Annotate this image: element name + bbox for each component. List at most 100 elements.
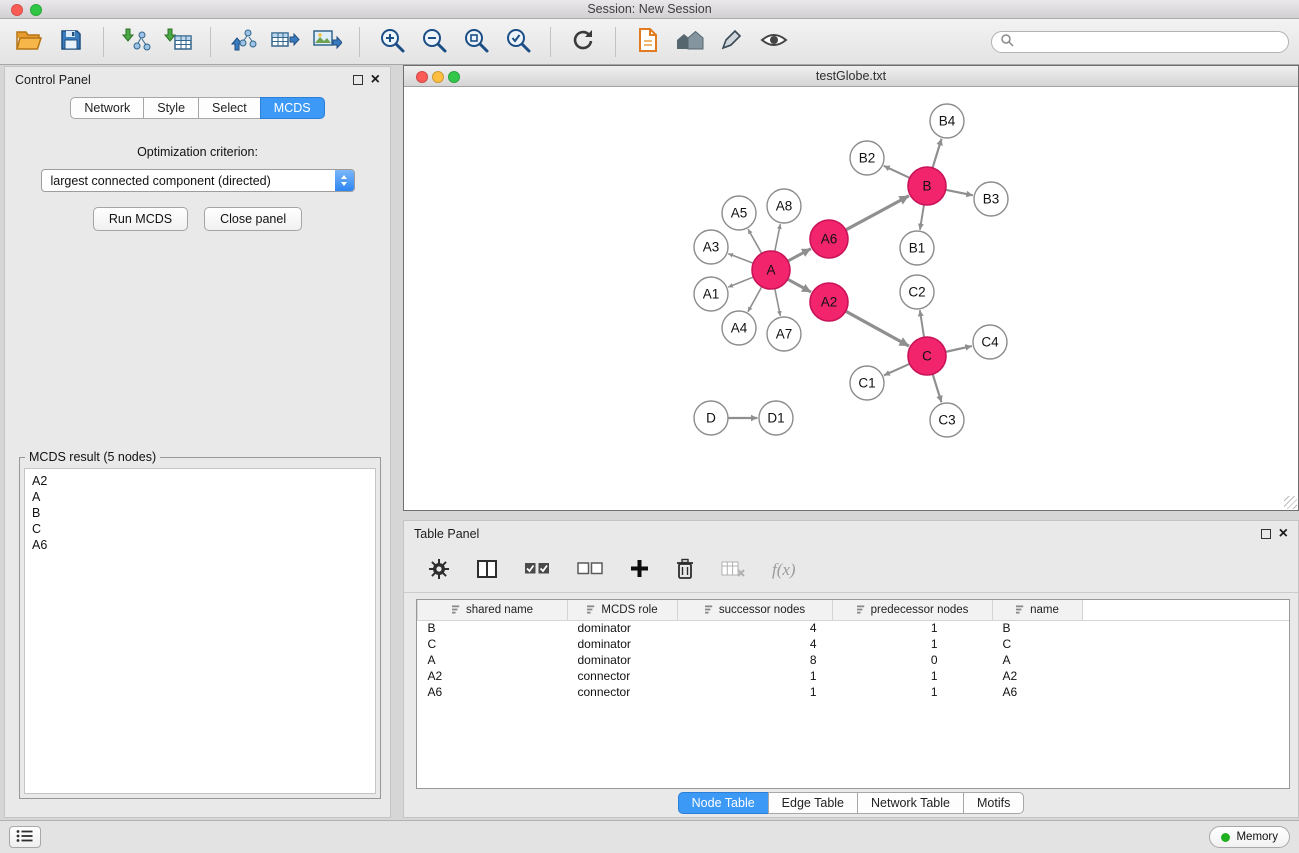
graph-edge-A-A7[interactable] — [775, 289, 781, 316]
zoom-in-button[interactable] — [373, 23, 411, 61]
graph-edge-C-C4[interactable] — [946, 346, 972, 352]
network-window-titlebar[interactable]: testGlobe.txt — [404, 66, 1298, 87]
graph-edge-A-A1[interactable] — [728, 277, 753, 287]
graph-node-A8[interactable]: A8 — [767, 189, 801, 223]
export-image-button[interactable] — [308, 23, 346, 61]
column-header-MCDS-role[interactable]: MCDS role — [568, 600, 678, 620]
tab-edge-table[interactable]: Edge Table — [768, 792, 858, 814]
add-column-icon[interactable] — [630, 559, 649, 581]
show-hide-button[interactable] — [755, 23, 793, 61]
column-header-name[interactable]: name — [993, 600, 1083, 620]
graph-edge-A2-C[interactable] — [846, 311, 909, 346]
open-document-button[interactable] — [629, 23, 667, 61]
graph-node-A1[interactable]: A1 — [694, 277, 728, 311]
table-row[interactable]: Bdominator41B — [418, 620, 1290, 636]
graph-node-D1[interactable]: D1 — [759, 401, 793, 435]
table-cell[interactable]: A2 — [993, 668, 1083, 684]
table-cell[interactable]: C — [993, 636, 1083, 652]
graph-node-C4[interactable]: C4 — [973, 325, 1007, 359]
table-cell[interactable]: B — [993, 620, 1083, 636]
table-cell[interactable]: 1 — [833, 636, 993, 652]
graph-node-A6[interactable]: A6 — [810, 220, 848, 258]
table-cell[interactable]: B — [418, 620, 568, 636]
network-close-icon[interactable] — [416, 71, 428, 83]
close-window-icon[interactable] — [11, 4, 23, 16]
delete-table-icon[interactable] — [721, 560, 746, 581]
graph-node-B2[interactable]: B2 — [850, 141, 884, 175]
table-cell[interactable]: 1 — [678, 684, 833, 700]
graph-edge-B-B4[interactable] — [933, 139, 942, 168]
zoom-selected-button[interactable] — [457, 23, 495, 61]
graph-node-A2[interactable]: A2 — [810, 283, 848, 321]
task-history-button[interactable] — [9, 826, 41, 848]
table-cell[interactable]: A6 — [993, 684, 1083, 700]
column-header-shared-name[interactable]: shared name — [418, 600, 568, 620]
graph-edge-A-A5[interactable] — [748, 229, 762, 253]
zoom-fit-button[interactable] — [499, 23, 537, 61]
graph-node-A3[interactable]: A3 — [694, 230, 728, 264]
table-cell[interactable]: 4 — [678, 620, 833, 636]
graph-node-B1[interactable]: B1 — [900, 231, 934, 265]
search-input[interactable] — [1019, 35, 1280, 49]
graph-edge-C-C1[interactable] — [884, 364, 910, 376]
mcds-result-item[interactable]: B — [32, 505, 368, 521]
close-panel-button[interactable]: Close panel — [204, 207, 302, 231]
table-row[interactable]: A6connector11A6 — [418, 684, 1290, 700]
export-network-button[interactable] — [224, 23, 262, 61]
graph-node-C3[interactable]: C3 — [930, 403, 964, 437]
open-session-button[interactable] — [10, 23, 48, 61]
graph-node-C[interactable]: C — [908, 337, 946, 375]
network-canvas[interactable]: B4B2BB3A8A5A6B1A3AC2A1A2A4A7C4CC1C3DD1 — [404, 87, 1298, 510]
tab-style[interactable]: Style — [143, 97, 199, 119]
zoom-window-icon[interactable] — [30, 4, 42, 16]
select-all-icon[interactable] — [524, 561, 551, 579]
table-cell[interactable]: 1 — [833, 620, 993, 636]
table-cell[interactable]: dominator — [568, 620, 678, 636]
graph-edge-A-A6[interactable] — [788, 249, 811, 261]
table-row[interactable]: A2connector11A2 — [418, 668, 1290, 684]
float-panel-icon[interactable] — [353, 75, 363, 85]
graph-node-A5[interactable]: A5 — [722, 196, 756, 230]
graph-edge-A-A2[interactable] — [788, 279, 811, 292]
table-cell[interactable]: 1 — [833, 684, 993, 700]
save-session-button[interactable] — [52, 23, 90, 61]
graph-edge-B-B2[interactable] — [884, 166, 910, 178]
deselect-all-icon[interactable] — [577, 561, 604, 579]
home-button[interactable] — [671, 23, 709, 61]
network-minimize-icon[interactable] — [432, 71, 444, 83]
optimization-criterion-dropdown[interactable]: largest connected component (directed) — [41, 169, 355, 192]
graph-node-C2[interactable]: C2 — [900, 275, 934, 309]
import-network-button[interactable] — [117, 23, 155, 61]
table-cell[interactable]: 4 — [678, 636, 833, 652]
zoom-out-button[interactable] — [415, 23, 453, 61]
column-header-successor-nodes[interactable]: successor nodes — [678, 600, 833, 620]
close-panel-icon[interactable]: × — [371, 75, 380, 85]
table-cell[interactable]: A2 — [418, 668, 568, 684]
table-cell[interactable]: 0 — [833, 652, 993, 668]
close-table-panel-icon[interactable]: × — [1279, 529, 1288, 539]
table-cell[interactable]: 8 — [678, 652, 833, 668]
table-cell[interactable]: A — [418, 652, 568, 668]
tab-motifs[interactable]: Motifs — [963, 792, 1024, 814]
graph-edge-A-A4[interactable] — [748, 287, 762, 312]
graph-node-D[interactable]: D — [694, 401, 728, 435]
mcds-result-item[interactable]: C — [32, 521, 368, 537]
table-cell[interactable]: A6 — [418, 684, 568, 700]
graph-edge-A6-B[interactable] — [846, 196, 909, 230]
graph-edge-B-B1[interactable] — [920, 205, 924, 230]
tab-network-table[interactable]: Network Table — [857, 792, 964, 814]
mcds-result-item[interactable]: A2 — [32, 473, 368, 489]
network-zoom-icon[interactable] — [448, 71, 460, 83]
export-table-button[interactable] — [266, 23, 304, 61]
graph-edge-A-A8[interactable] — [775, 224, 781, 251]
table-cell[interactable]: C — [418, 636, 568, 652]
delete-column-icon[interactable] — [675, 558, 695, 583]
graph-node-C1[interactable]: C1 — [850, 366, 884, 400]
show-columns-icon[interactable] — [476, 559, 498, 582]
float-table-panel-icon[interactable] — [1261, 529, 1271, 539]
graph-node-A7[interactable]: A7 — [767, 317, 801, 351]
table-cell[interactable]: 1 — [678, 668, 833, 684]
resize-grip[interactable] — [1284, 496, 1297, 509]
table-row[interactable]: Adominator80A — [418, 652, 1290, 668]
graph-edge-C-C2[interactable] — [920, 310, 924, 337]
